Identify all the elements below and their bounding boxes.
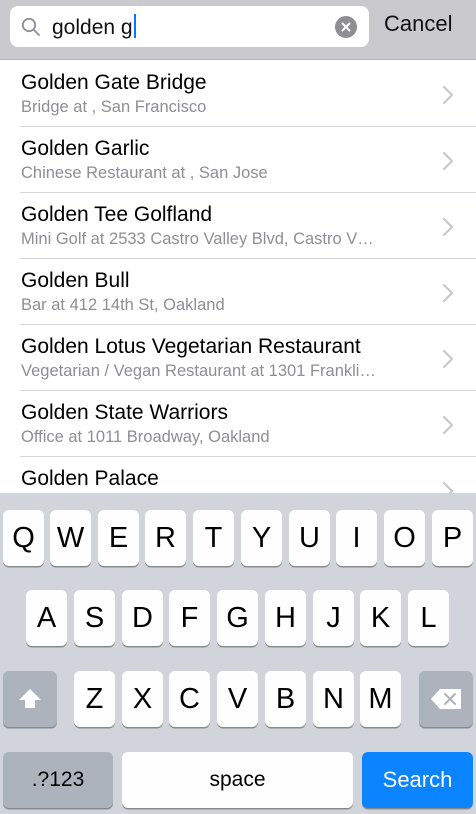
list-item[interactable]: Golden Bull Bar at 412 14th St, Oakland xyxy=(0,259,476,325)
search-key[interactable]: Search xyxy=(362,752,473,808)
result-title: Golden State Warriors xyxy=(21,401,228,424)
shift-key[interactable] xyxy=(3,671,57,727)
clear-icon[interactable] xyxy=(335,16,357,38)
chevron-right-icon xyxy=(442,217,454,237)
result-subtitle: Office at 1011 Broadway, Oakland xyxy=(21,428,270,446)
key-h[interactable]: H xyxy=(265,590,306,646)
text-caret xyxy=(133,14,136,38)
key-t[interactable]: T xyxy=(193,510,234,566)
key-j[interactable]: J xyxy=(313,590,354,646)
cancel-button[interactable]: Cancel xyxy=(384,10,452,38)
key-s[interactable]: S xyxy=(74,590,115,646)
delete-key[interactable] xyxy=(419,671,473,727)
result-subtitle: Chinese Restaurant at , San Jose xyxy=(21,164,268,182)
key-w[interactable]: W xyxy=(50,510,91,566)
search-icon xyxy=(21,17,40,36)
result-title: Golden Garlic xyxy=(21,137,150,160)
result-title: Golden Lotus Vegetarian Restaurant xyxy=(21,335,361,358)
key-x[interactable]: X xyxy=(122,671,163,727)
key-f[interactable]: F xyxy=(169,590,210,646)
list-item[interactable]: Golden Gate Bridge Bridge at , San Franc… xyxy=(0,61,476,127)
key-z[interactable]: Z xyxy=(74,671,115,727)
result-title: Golden Palace xyxy=(21,467,159,490)
result-subtitle: Vegetarian / Vegan Restaurant at 1301 Fr… xyxy=(21,362,376,380)
key-n[interactable]: N xyxy=(313,671,354,727)
space-key[interactable]: space xyxy=(122,752,353,808)
key-e[interactable]: E xyxy=(98,510,139,566)
key-i[interactable]: I xyxy=(336,510,377,566)
chevron-right-icon xyxy=(442,415,454,435)
key-y[interactable]: Y xyxy=(241,510,282,566)
key-b[interactable]: B xyxy=(265,671,306,727)
search-query: golden g xyxy=(52,16,133,39)
chevron-right-icon xyxy=(442,85,454,105)
key-o[interactable]: O xyxy=(384,510,425,566)
results-list[interactable]: Golden Gate Bridge Bridge at , San Franc… xyxy=(0,61,476,493)
result-title: Golden Bull xyxy=(21,269,130,292)
list-item[interactable]: Golden Lotus Vegetarian Restaurant Veget… xyxy=(0,325,476,391)
key-q[interactable]: Q xyxy=(3,510,44,566)
key-v[interactable]: V xyxy=(217,671,258,727)
list-item[interactable]: Golden State Warriors Office at 1011 Bro… xyxy=(0,391,476,457)
key-d[interactable]: D xyxy=(122,590,163,646)
key-g[interactable]: G xyxy=(217,590,258,646)
result-subtitle: Mini Golf at 2533 Castro Valley Blvd, Ca… xyxy=(21,230,374,248)
backspace-icon xyxy=(431,689,461,709)
search-field[interactable]: golden g xyxy=(10,6,369,47)
chevron-right-icon xyxy=(442,349,454,369)
key-l[interactable]: L xyxy=(408,590,449,646)
chevron-right-icon xyxy=(442,283,454,303)
keyboard: Q W E R T Y U I O P A S D F G H J K L Z … xyxy=(0,493,476,814)
list-item[interactable]: Golden Palace xyxy=(0,457,476,493)
list-item[interactable]: Golden Tee Golfland Mini Golf at 2533 Ca… xyxy=(0,193,476,259)
result-subtitle: Bridge at , San Francisco xyxy=(21,98,207,116)
list-item[interactable]: Golden Garlic Chinese Restaurant at , Sa… xyxy=(0,127,476,193)
chevron-right-icon xyxy=(442,481,454,493)
result-title: Golden Tee Golfland xyxy=(21,203,213,226)
shift-icon xyxy=(19,689,41,708)
result-title: Golden Gate Bridge xyxy=(21,71,207,94)
key-r[interactable]: R xyxy=(145,510,186,566)
chevron-right-icon xyxy=(442,151,454,171)
search-header: golden g Cancel xyxy=(0,0,476,60)
numbers-key[interactable]: .?123 xyxy=(3,752,113,808)
key-k[interactable]: K xyxy=(360,590,401,646)
search-input[interactable]: golden g xyxy=(52,14,136,41)
key-u[interactable]: U xyxy=(289,510,330,566)
key-a[interactable]: A xyxy=(26,590,67,646)
key-c[interactable]: C xyxy=(169,671,210,727)
key-p[interactable]: P xyxy=(432,510,473,566)
key-m[interactable]: M xyxy=(360,671,401,727)
result-subtitle: Bar at 412 14th St, Oakland xyxy=(21,296,225,314)
